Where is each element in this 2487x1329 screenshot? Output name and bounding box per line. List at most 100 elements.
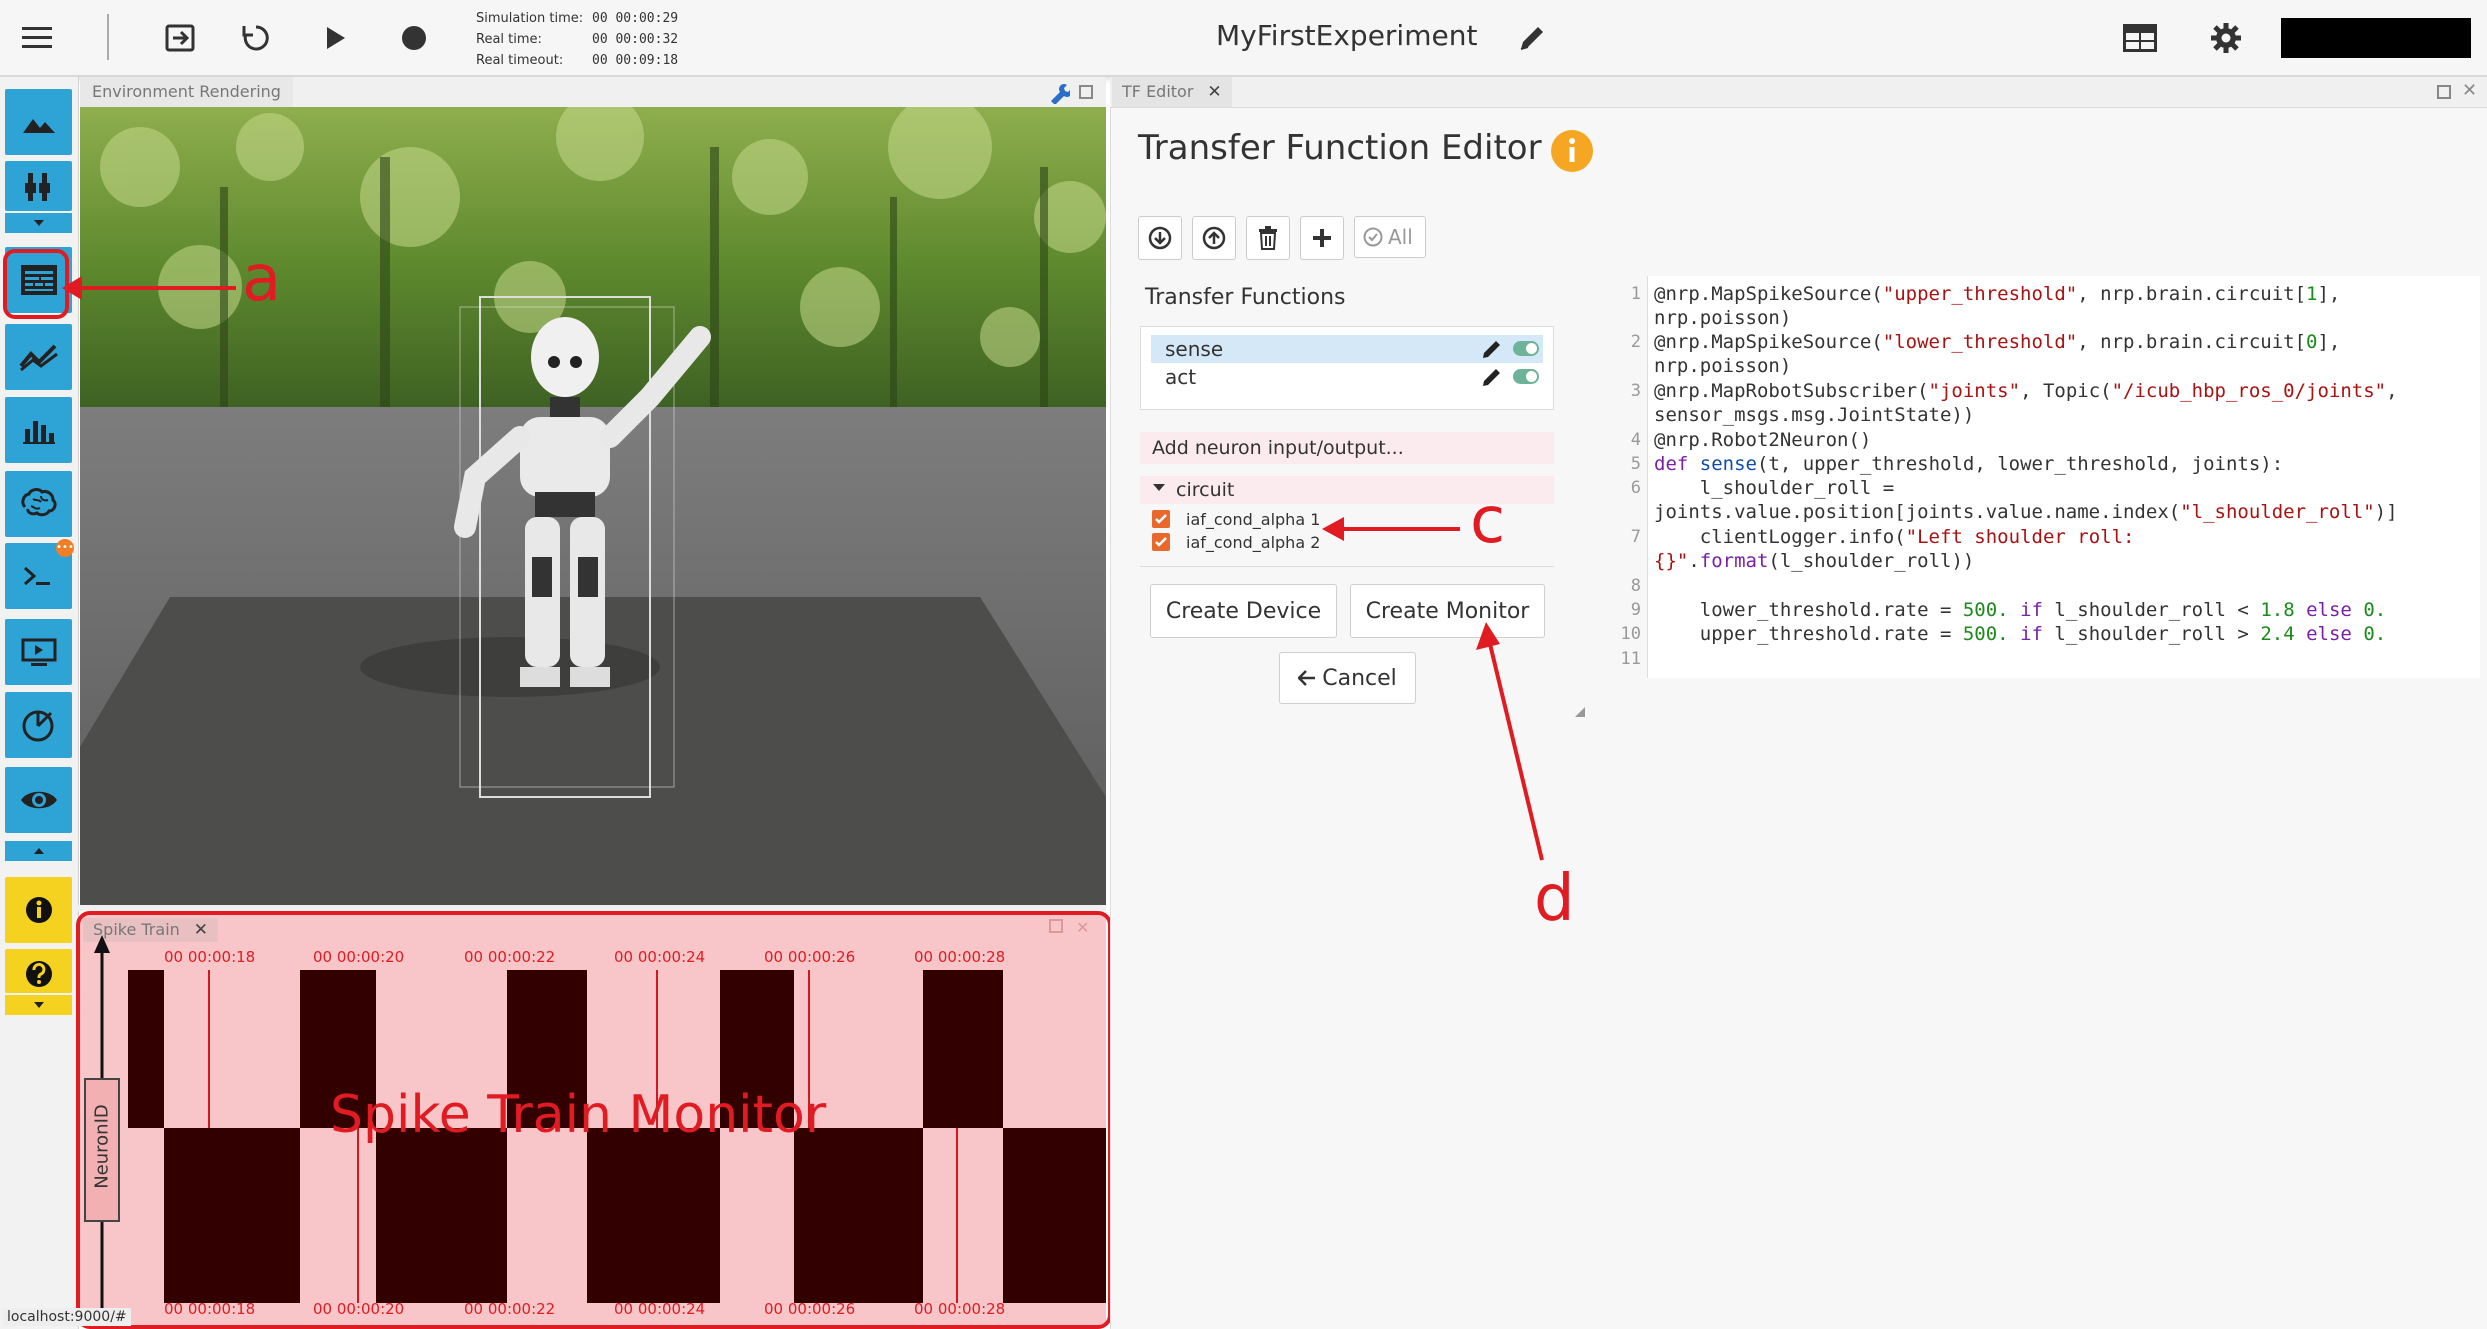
check-circle-icon: [1363, 227, 1383, 247]
gear-icon[interactable]: [2204, 16, 2248, 60]
bar-chart-icon: [22, 415, 56, 445]
pencil-icon[interactable]: [1481, 366, 1503, 388]
tf-item-label: sense: [1165, 337, 1224, 361]
download-button[interactable]: [1138, 216, 1182, 260]
terminal-button[interactable]: •••: [5, 539, 74, 609]
divider: [1140, 566, 1554, 567]
menu-icon[interactable]: [16, 16, 60, 60]
graph-button[interactable]: [5, 324, 72, 390]
select-all-button[interactable]: All: [1354, 216, 1426, 258]
experiment-title: MyFirstExperiment: [1216, 19, 1478, 52]
code-editor[interactable]: 1 2 3 4 5 6 7 8 9 10 11 @nrp.MapSpikeSou…: [1605, 276, 2480, 678]
line-number: 3: [1630, 381, 1641, 401]
maximize-icon[interactable]: [1078, 84, 1094, 100]
exit-icon[interactable]: [158, 16, 202, 60]
cancel-label: Cancel: [1322, 665, 1397, 691]
add-button[interactable]: [1300, 216, 1344, 260]
close-icon[interactable]: ✕: [2462, 80, 2477, 101]
joint-icon: [21, 707, 57, 743]
line-number: 10: [1620, 624, 1641, 644]
terminal-icon: [22, 564, 56, 588]
timeout-label: Real timeout:: [476, 53, 564, 68]
tf-item-act[interactable]: act: [1151, 363, 1543, 391]
eye-button[interactable]: [5, 767, 72, 833]
help-button[interactable]: [5, 949, 72, 993]
real-time-label: Real time:: [476, 32, 542, 47]
neuron-label: iaf_cond_alpha 1: [1186, 510, 1321, 529]
annotation-label-d: d: [1534, 862, 1575, 936]
env-tab[interactable]: Environment Rendering: [80, 77, 293, 107]
line-number: 11: [1620, 649, 1641, 669]
info-icon[interactable]: [1550, 129, 1594, 173]
tf-panel-header: TF Editor ✕ ✕: [1110, 77, 2487, 108]
maximize-icon[interactable]: [2436, 84, 2452, 100]
tf-item-sense[interactable]: sense: [1151, 335, 1543, 363]
env-panel-header: Environment Rendering: [80, 77, 1106, 108]
checkbox-checked[interactable]: [1152, 510, 1170, 528]
sidebar-scroll-up[interactable]: [5, 841, 72, 861]
close-icon[interactable]: ✕: [1207, 82, 1221, 102]
line-number: 4: [1630, 430, 1641, 450]
joint-button[interactable]: [5, 692, 72, 758]
layout-icon[interactable]: [2118, 16, 2162, 60]
delete-button[interactable]: [1246, 216, 1290, 260]
toggle-switch[interactable]: [1513, 341, 1539, 356]
line-number: 1: [1630, 284, 1641, 304]
pencil-icon[interactable]: [1481, 338, 1503, 360]
help-icon: [24, 959, 54, 989]
transfer-function-list: sense act: [1140, 326, 1554, 410]
select-all-label: All: [1388, 225, 1413, 249]
trash-icon: [1257, 226, 1279, 250]
sidebar-scroll-down-2[interactable]: [5, 995, 72, 1015]
brain-button[interactable]: [5, 471, 72, 537]
annotation-label-c: c: [1470, 484, 1506, 558]
tf-editor-tab-label: TF Editor: [1122, 82, 1194, 101]
upload-button[interactable]: [1192, 216, 1236, 260]
tf-editor-tab[interactable]: TF Editor ✕: [1112, 77, 1232, 107]
plus-icon: [1311, 227, 1333, 249]
video-icon: [21, 637, 57, 667]
simulation-clock: Simulation time: 00 00:00:29 Real time: 00…: [476, 8, 678, 71]
cancel-button[interactable]: Cancel: [1279, 652, 1416, 704]
annotation-label-a: a: [242, 242, 282, 316]
annotation-arrow-a: [62, 276, 236, 300]
bar-chart-button[interactable]: [5, 397, 72, 463]
status-url: localhost:9000/#: [3, 1308, 131, 1326]
sidebar-scroll-down[interactable]: [5, 213, 72, 233]
eye-icon: [19, 787, 59, 813]
pencil-icon[interactable]: [1510, 16, 1554, 60]
info-icon: [24, 895, 54, 925]
checkbox-checked[interactable]: [1152, 533, 1170, 551]
line-gutter: 1 2 3 4 5 6 7 8 9 10 11: [1605, 276, 1648, 678]
robot-button[interactable]: [5, 161, 72, 211]
line-number: 5: [1630, 454, 1641, 474]
play-icon[interactable]: [314, 16, 358, 60]
record-icon[interactable]: [392, 16, 436, 60]
line-number: 7: [1630, 527, 1641, 547]
environment-view[interactable]: [80, 107, 1106, 905]
sim-time-value: 00 00:00:29: [592, 11, 679, 26]
timeout-value: 00 00:09:18: [592, 53, 679, 68]
toggle-switch[interactable]: [1513, 369, 1539, 384]
real-time-value: 00 00:00:32: [592, 32, 679, 47]
toolbar-divider: [107, 14, 109, 60]
caret-down-icon: [1152, 483, 1166, 493]
top-bar: Simulation time: 00 00:00:29 Real time: 00…: [0, 0, 2487, 77]
robot-icon: [22, 169, 56, 203]
line-number: 9: [1630, 600, 1641, 620]
video-button[interactable]: [5, 619, 72, 685]
line-number: 6: [1630, 478, 1641, 498]
tf-editor-title: Transfer Function Editor: [1138, 128, 1542, 168]
download-icon: [1148, 226, 1172, 250]
tf-item-label: act: [1165, 365, 1197, 389]
sim-time-label: Simulation time:: [476, 11, 584, 26]
environment-button[interactable]: [5, 89, 72, 155]
resize-handle-icon[interactable]: [1574, 706, 1586, 718]
transfer-functions-heading: Transfer Functions: [1145, 285, 1346, 310]
reset-icon[interactable]: [234, 16, 278, 60]
add-neuron-row[interactable]: Add neuron input/output...: [1140, 432, 1554, 464]
create-device-button[interactable]: Create Device: [1150, 584, 1337, 638]
annotation-arrow-c: [1322, 517, 1460, 541]
info-button[interactable]: [5, 877, 72, 943]
wrench-icon[interactable]: [1048, 82, 1070, 104]
